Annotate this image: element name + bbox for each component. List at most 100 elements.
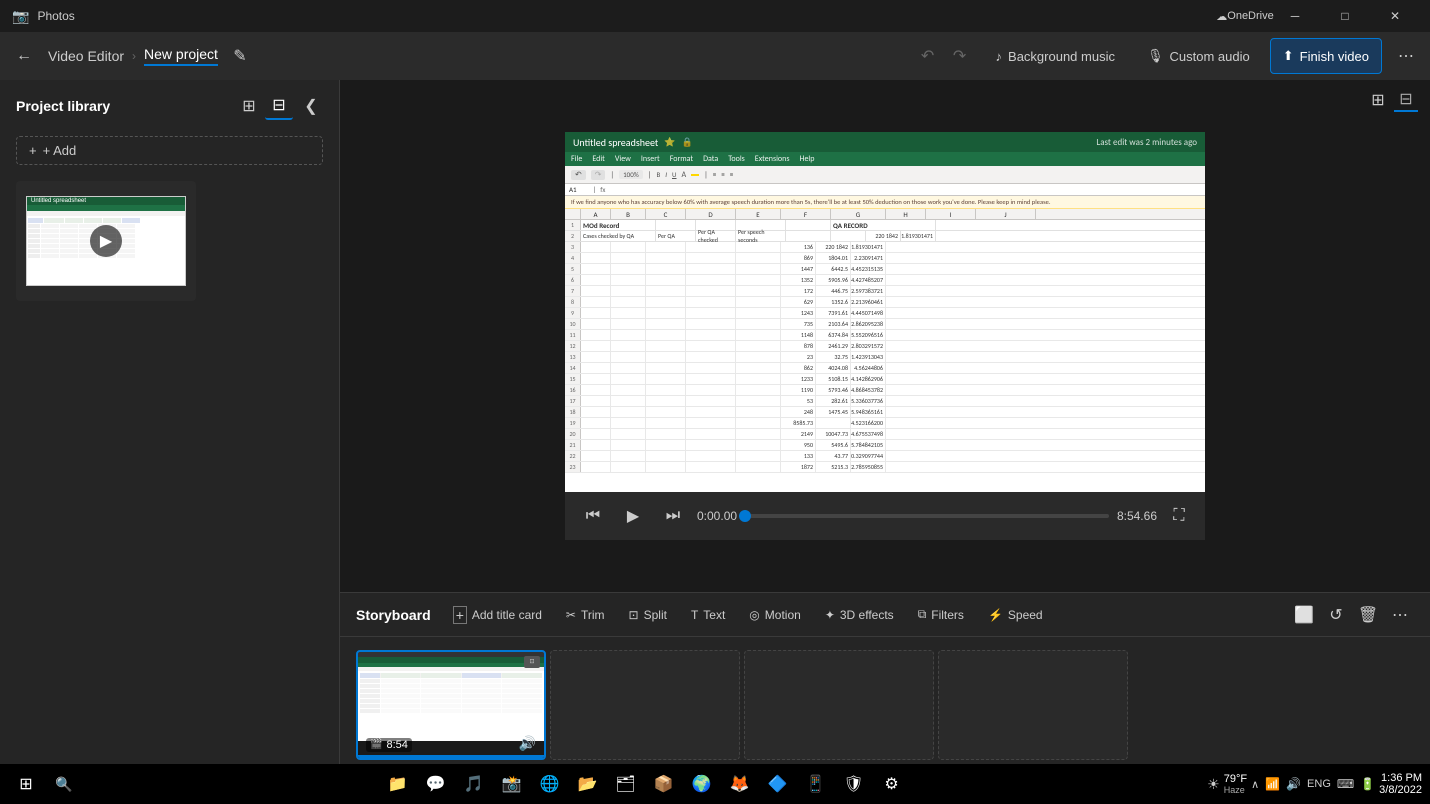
back-button[interactable]: ←	[8, 40, 40, 72]
clip-1-duration: 🎬 8:54	[366, 738, 412, 752]
undo-redo-controls: ↶ ↷	[912, 40, 976, 72]
preview-grid-view[interactable]: ⊞	[1366, 88, 1390, 112]
clock[interactable]: 1:36 PM 3/8/2022	[1379, 772, 1422, 796]
split-icon: ⊡	[629, 608, 639, 622]
more-clip-options-button[interactable]: ⋯	[1386, 601, 1414, 629]
search-button[interactable]: 🔍	[46, 766, 82, 802]
taskbar-center: 📁 💬 🎵 📸 🌐 📂 🗂 📦 🌍 🦊 🔷 📱 🛡 ⚙	[380, 766, 910, 802]
collapse-panel-button[interactable]: ❮	[299, 94, 323, 118]
table-row: 912437391.614.445071498	[565, 308, 1205, 319]
taskbar-app-firefox[interactable]: 🦊	[722, 766, 758, 802]
taskbar-app-chrome[interactable]: 🌍	[684, 766, 720, 802]
trim-button[interactable]: ✂ Trim	[556, 600, 615, 630]
taskbar-app-edge[interactable]: 🔷	[760, 766, 796, 802]
grid-view-button[interactable]: ⊞	[235, 92, 263, 120]
taskbar-app-music[interactable]: 🎵	[456, 766, 492, 802]
rewind-button[interactable]: ⏮	[577, 500, 609, 532]
list-view-button[interactable]: ⊟	[265, 92, 293, 120]
clip-4[interactable]	[938, 650, 1128, 760]
excel-title: Untitled spreadsheet	[573, 136, 658, 149]
preview-list-view[interactable]: ⊟	[1394, 88, 1418, 112]
taskbar-app-files[interactable]: 📂	[570, 766, 606, 802]
plus-icon: +	[29, 143, 37, 158]
start-button[interactable]: ⊞	[8, 766, 44, 802]
filters-button[interactable]: ⧉ Filters	[908, 600, 974, 630]
library-area: Untitled spreadsheet	[0, 173, 339, 772]
taskbar-left: ⊞ 🔍	[8, 766, 82, 802]
col-headers: A B C D E F G H I J	[565, 209, 1205, 220]
taskbar-app-security[interactable]: 🛡	[836, 766, 872, 802]
table-row: 148624024.084.56244806	[565, 363, 1205, 374]
export-icon: ⬆	[1283, 48, 1294, 64]
maximize-button[interactable]: □	[1322, 0, 1368, 32]
weather-widget[interactable]: ☀ 79°F Haze	[1207, 773, 1247, 795]
taskbar-app-chat[interactable]: 💬	[418, 766, 454, 802]
rotate-button[interactable]: ↺	[1322, 601, 1350, 629]
weather-icon: ☀	[1207, 776, 1220, 793]
minimize-button[interactable]: ─	[1272, 0, 1318, 32]
play-icon: ▶	[627, 506, 639, 526]
add-icon: +	[453, 606, 467, 624]
redo-button[interactable]: ↷	[944, 40, 976, 72]
speed-button[interactable]: ⚡ Speed	[978, 600, 1053, 630]
taskbar-app-explorer[interactable]: 📁	[380, 766, 416, 802]
table-header-row: 1 MOd Record QA RECORD	[565, 220, 1205, 231]
close-button[interactable]: ✕	[1372, 0, 1418, 32]
progress-thumb[interactable]	[739, 510, 751, 522]
taskbar-app-phone[interactable]: 📱	[798, 766, 834, 802]
add-media-button[interactable]: + + Add	[16, 136, 323, 165]
notice-text: If we find anyone who has accuracy below…	[571, 198, 1050, 206]
more-options-button[interactable]: ⋯	[1390, 40, 1422, 72]
taskbar-app-settings[interactable]: ⚙	[874, 766, 910, 802]
table-row: 1611905793.464.868453782	[565, 385, 1205, 396]
taskbar-app-photos[interactable]: 📸	[494, 766, 530, 802]
add-title-card-button[interactable]: + Add title card	[443, 600, 552, 630]
preview-frame: Untitled spreadsheet ⭐ 🔒 Last edit was 2…	[565, 132, 1205, 492]
chevron-left-icon: ❮	[304, 96, 317, 116]
music-icon: ♪	[996, 49, 1003, 64]
weather-condition: Haze	[1224, 785, 1247, 795]
window-controls[interactable]: ☁ OneDrive ─ □ ✕	[1222, 0, 1418, 32]
app-label: Video Editor	[48, 48, 124, 64]
app-bar: ← Video Editor › New project ✎ ↶ ↷ ♪ Bac…	[0, 32, 1430, 80]
main-layout: Project library ⊞ ⊟ ❮ + + Add	[0, 80, 1430, 772]
storyboard-header: Storyboard + Add title card ✂ Trim ⊡ Spl…	[340, 593, 1430, 637]
clip-3[interactable]	[744, 650, 934, 760]
library-item[interactable]: Untitled spreadsheet	[16, 181, 196, 301]
clip-2[interactable]	[550, 650, 740, 760]
tray-overflow-icon[interactable]: ∧	[1251, 778, 1259, 791]
excel-toolbar: ↶ ↷ | 100% | B I U A | ≡ ≡	[565, 166, 1205, 184]
crop-button[interactable]: ⬜	[1290, 601, 1318, 629]
fast-forward-button[interactable]: ⏭	[657, 500, 689, 532]
excel-data-rows: 3136220 18421.81930147148691804.012.2309…	[565, 242, 1205, 473]
finish-video-button[interactable]: ⬆ Finish video	[1270, 38, 1382, 74]
panel-controls: ⊞ ⊟ ❮	[235, 92, 323, 120]
storyboard-title: Storyboard	[356, 607, 431, 623]
taskbar-app-browser[interactable]: 🌐	[532, 766, 568, 802]
custom-audio-button[interactable]: 🎙 Custom audio	[1135, 38, 1262, 74]
taskbar-app-dropbox[interactable]: 📦	[646, 766, 682, 802]
expand-preview-button[interactable]: ⛶	[1165, 502, 1193, 530]
redo-icon: ↷	[953, 46, 966, 66]
3d-effects-button[interactable]: ✦ 3D effects	[815, 600, 904, 630]
progress-bar[interactable]	[745, 514, 1109, 518]
film-icon: 🎬	[370, 739, 382, 750]
motion-button[interactable]: ◎ Motion	[739, 600, 811, 630]
split-button[interactable]: ⊡ Split	[619, 600, 677, 630]
text-button[interactable]: T Text	[681, 600, 735, 630]
undo-button[interactable]: ↶	[912, 40, 944, 72]
excel-menubar: File Edit View Insert Format Data Tools …	[565, 152, 1205, 166]
edit-project-name-button[interactable]: ✎	[226, 42, 254, 70]
title-bar: 📷 Photos ☁ OneDrive ─ □ ✕	[0, 0, 1430, 32]
play-button[interactable]: ▶	[617, 500, 649, 532]
table-row: 7172446.752.597383721	[565, 286, 1205, 297]
taskbar-right: ☀ 79°F Haze ∧ 📶 🔊 ENG ⌨ 🔋 1:36 PM 3/8/20…	[1207, 772, 1422, 796]
background-music-button[interactable]: ♪ Background music	[984, 38, 1127, 74]
speed-icon: ⚡	[988, 608, 1003, 622]
delete-clip-button[interactable]: 🗑	[1354, 601, 1382, 629]
more-icon: ⋯	[1398, 46, 1414, 66]
clip-1[interactable]: ⊡ 🎬 8:54 🔊	[356, 650, 546, 760]
project-name-container: New project	[144, 46, 218, 66]
taskbar-app-folders[interactable]: 🗂	[608, 766, 644, 802]
audio-icon: 🎙	[1147, 48, 1164, 64]
